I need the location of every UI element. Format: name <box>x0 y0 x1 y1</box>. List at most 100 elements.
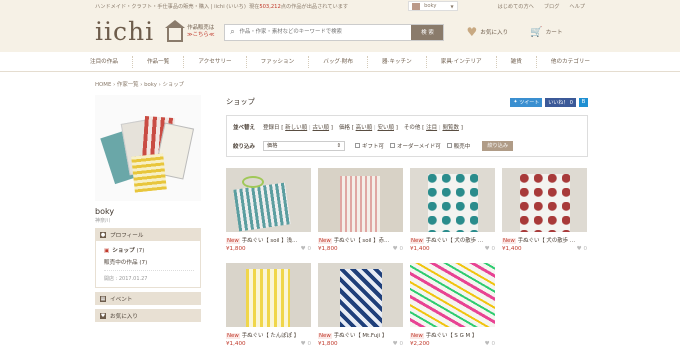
product-cloth <box>246 269 290 327</box>
sidebar-profile[interactable]: ● プロフィール <box>95 228 201 241</box>
user-menu[interactable]: boky ▼ <box>408 1 458 11</box>
product-likes[interactable]: ♥ 0 <box>485 341 495 347</box>
heart-icon: ♥ <box>466 25 478 39</box>
sort-views[interactable]: 閲覧数 <box>442 125 459 131</box>
new-badge: New <box>318 238 332 244</box>
product-image[interactable] <box>502 168 587 232</box>
nav-accessories[interactable]: アクセサリー <box>183 55 245 68</box>
sort-oldest[interactable]: 古い順 <box>313 125 330 131</box>
product-title[interactable]: New 手ぬぐい【 犬の散歩 … <box>502 236 587 244</box>
product-title[interactable]: New 手ぬぐい【 Mt.Fuji 】 <box>318 331 403 339</box>
sidebar-item-shop[interactable]: ▣ ショップ (7) <box>104 246 194 254</box>
sort-newest[interactable]: 新しい順 <box>285 125 307 131</box>
sidebar-item-onsale[interactable]: 販売中の作品 (7) <box>104 258 194 266</box>
like-label: いいね！ 0 <box>548 99 573 106</box>
like-button[interactable]: いいね！ 0 <box>545 97 576 107</box>
nav-kitchen[interactable]: 器·キッチン <box>366 55 426 68</box>
narrow-button[interactable]: 絞り込み <box>482 140 514 151</box>
hatena-bookmark-button[interactable]: B <box>579 97 588 107</box>
nav-bags[interactable]: バッグ·財布 <box>308 55 367 68</box>
sidebar-events[interactable]: ▦ イベント <box>95 292 201 305</box>
heart-icon: ♥ <box>300 341 306 347</box>
shop-name[interactable]: boky <box>95 207 201 216</box>
other-label: その他 [ <box>403 124 425 131</box>
product-card[interactable]: New 手ぬぐい【 soil 】赤… ¥1,800 ♥ 0 <box>318 168 403 252</box>
sell-text: 作品販売は ≫こちら≪ <box>187 25 214 39</box>
product-card[interactable]: New 手ぬぐい【 犬の散歩 … ¥1,400 ♥ 0 <box>410 168 495 252</box>
nav-featured[interactable]: 注目の作品 <box>76 56 132 68</box>
blog-link[interactable]: ブログ <box>544 3 560 10</box>
likes-count: 0 <box>307 341 311 347</box>
sell-link[interactable]: 作品販売は ≫こちら≪ <box>165 20 214 42</box>
product-meta: ¥2,200 ♥ 0 <box>410 341 495 347</box>
product-likes[interactable]: ♥ 0 <box>393 341 403 347</box>
shop-avatar-image[interactable] <box>95 95 201 201</box>
product-card[interactable]: New 手ぬぐい【 S G M 】 ¥2,200 ♥ 0 <box>410 263 495 347</box>
favorites-label: お気に入り <box>110 313 138 320</box>
favorites-link[interactable]: ♥ お気に入り <box>466 25 508 39</box>
product-card[interactable]: New 手ぬぐい【 犬の散歩 … ¥1,400 ♥ 0 <box>502 168 587 252</box>
search-button[interactable]: 検 索 <box>411 24 444 40</box>
logo[interactable]: iichi <box>95 17 167 46</box>
product-card[interactable]: New 手ぬぐい【 たんぽぽ 】 ¥1,400 ♥ 0 <box>226 263 311 347</box>
search-input[interactable] <box>239 24 412 40</box>
product-image[interactable] <box>226 168 311 232</box>
product-likes[interactable]: ♥ 0 <box>393 246 403 252</box>
product-meta: ¥1,400 ♥ 0 <box>502 246 587 252</box>
product-image[interactable] <box>318 168 403 232</box>
narrow-label: 絞り込み <box>233 143 256 150</box>
breadcrumb[interactable]: HOME › 作家一覧 › boky › ショップ <box>95 80 184 88</box>
sort-featured[interactable]: 注目 <box>426 125 437 131</box>
beginner-link[interactable]: はじめての方へ <box>498 3 534 10</box>
sidebar-favorites[interactable]: ♥ お気に入り <box>95 309 201 322</box>
cart-link[interactable]: 🛒 カート <box>530 27 562 38</box>
heart-icon: ♥ <box>300 246 306 252</box>
user-name: boky <box>424 3 437 9</box>
product-image[interactable] <box>410 263 495 327</box>
product-likes[interactable]: ♥ 0 <box>301 246 311 252</box>
nav-all-items[interactable]: 作品一覧 <box>131 55 183 68</box>
heart-icon: ♥ <box>576 246 582 252</box>
nav-other[interactable]: 他のカテゴリー <box>535 55 604 68</box>
sort-low[interactable]: 安い順 <box>377 125 394 131</box>
checkbox-icon <box>355 143 360 148</box>
product-title[interactable]: New 手ぬぐい【 S G M 】 <box>410 331 495 339</box>
sort-row: 並べ替え 登録日 [ 新しい順 | 古い順 ] 価格 [ 高い順 | 安い順 ]… <box>233 121 581 132</box>
product-price: ¥1,400 <box>410 246 430 252</box>
product-cloth <box>340 269 382 327</box>
product-image[interactable] <box>410 168 495 232</box>
heart-icon: ♥ <box>392 341 398 347</box>
profile-label: プロフィール <box>110 232 144 239</box>
product-price: ¥2,200 <box>410 341 430 347</box>
nav-fashion[interactable]: ファッション <box>245 55 309 68</box>
product-cloth <box>520 174 570 232</box>
product-likes[interactable]: ♥ 0 <box>301 341 311 347</box>
product-card[interactable]: New 手ぬぐい【 soil 】浅… ¥1,800 ♥ 0 <box>226 168 311 252</box>
order-checkbox[interactable]: オーダーメイド可 <box>390 142 441 150</box>
heart-icon: ♥ <box>100 312 106 319</box>
product-likes[interactable]: ♥ 0 <box>577 246 587 252</box>
tweet-button[interactable]: ✦ ツイート <box>510 97 543 107</box>
separator: | <box>308 124 311 131</box>
product-image[interactable] <box>318 263 403 327</box>
product-title[interactable]: New 手ぬぐい【 soil 】赤… <box>318 236 403 244</box>
cart-label: カート <box>545 30 563 36</box>
onsale-label: 販売中 <box>453 143 471 150</box>
onsale-checkbox[interactable]: 販売中 <box>446 142 471 150</box>
product-card[interactable]: New 手ぬぐい【 Mt.Fuji 】 ¥1,800 ♥ 0 <box>318 263 403 347</box>
nav-furniture[interactable]: 家具·インテリア <box>425 55 496 68</box>
price-select[interactable]: 価格 ⇕ <box>263 140 345 151</box>
product-likes[interactable]: ♥ 0 <box>485 246 495 252</box>
product-title[interactable]: New 手ぬぐい【 犬の散歩 … <box>410 236 495 244</box>
product-title[interactable]: New 手ぬぐい【 soil 】浅… <box>226 236 311 244</box>
gift-checkbox[interactable]: ギフト可 <box>355 142 384 150</box>
sort-high[interactable]: 高い順 <box>356 125 373 131</box>
sort-other: その他 [ 注目 | 閲覧数 ] <box>404 123 463 131</box>
help-link[interactable]: ヘルプ <box>569 3 585 10</box>
product-image[interactable] <box>226 263 311 327</box>
product-title[interactable]: New 手ぬぐい【 たんぽぽ 】 <box>226 331 311 339</box>
shop-count: (7) <box>136 248 145 254</box>
narrow-row: 絞り込み 価格 ⇕ ギフト可 オーダーメイド可 販売中 絞り込み <box>233 140 581 151</box>
nav-goods[interactable]: 雑貨 <box>495 55 536 68</box>
person-icon: ● <box>100 231 106 238</box>
